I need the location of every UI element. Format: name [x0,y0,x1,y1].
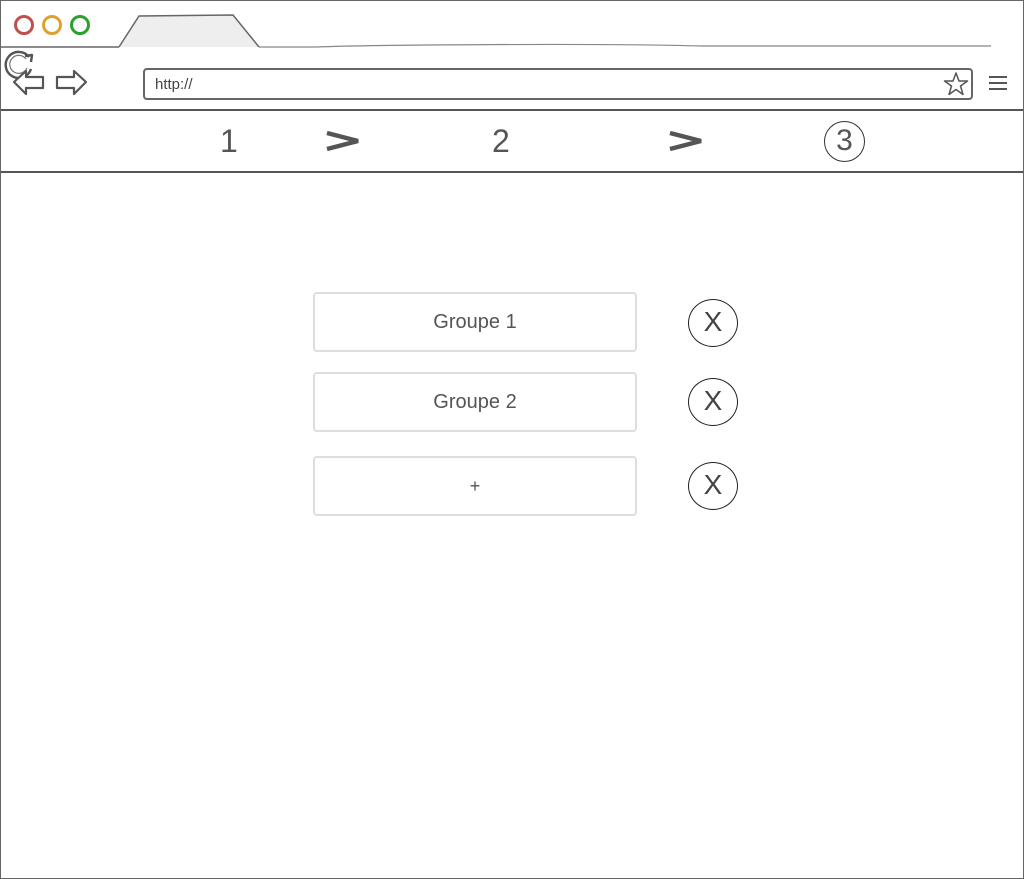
step-2-label[interactable]: 2 [492,123,510,160]
group-2-button[interactable]: Groupe 2 [313,372,637,432]
menu-icon[interactable] [987,73,1009,93]
browser-toolbar: http:// [1,47,1023,111]
browser-tab[interactable] [1,1,1023,49]
address-bar-text[interactable]: http:// [155,76,193,93]
step-3-current[interactable]: 3 [824,121,865,162]
chevron-right-icon [326,130,359,152]
add-group-button[interactable]: + [313,456,637,516]
title-bar [1,1,1023,49]
step-1-label[interactable]: 1 [220,123,238,160]
delete-group-2-button[interactable]: X [688,378,738,426]
star-icon[interactable] [943,71,969,97]
address-bar[interactable]: http:// [143,68,973,100]
back-arrow-icon[interactable] [11,67,47,97]
step-indicator: 1 2 3 [1,111,1023,173]
delete-group-1-button[interactable]: X [688,299,738,347]
group-1-button[interactable]: Groupe 1 [313,292,637,352]
delete-new-group-button[interactable]: X [688,462,738,510]
browser-window: http:// 1 2 3 Groupe 1 X Groupe 2 X + X [0,0,1024,879]
chevron-right-icon [669,130,702,152]
forward-arrow-icon[interactable] [53,67,89,97]
